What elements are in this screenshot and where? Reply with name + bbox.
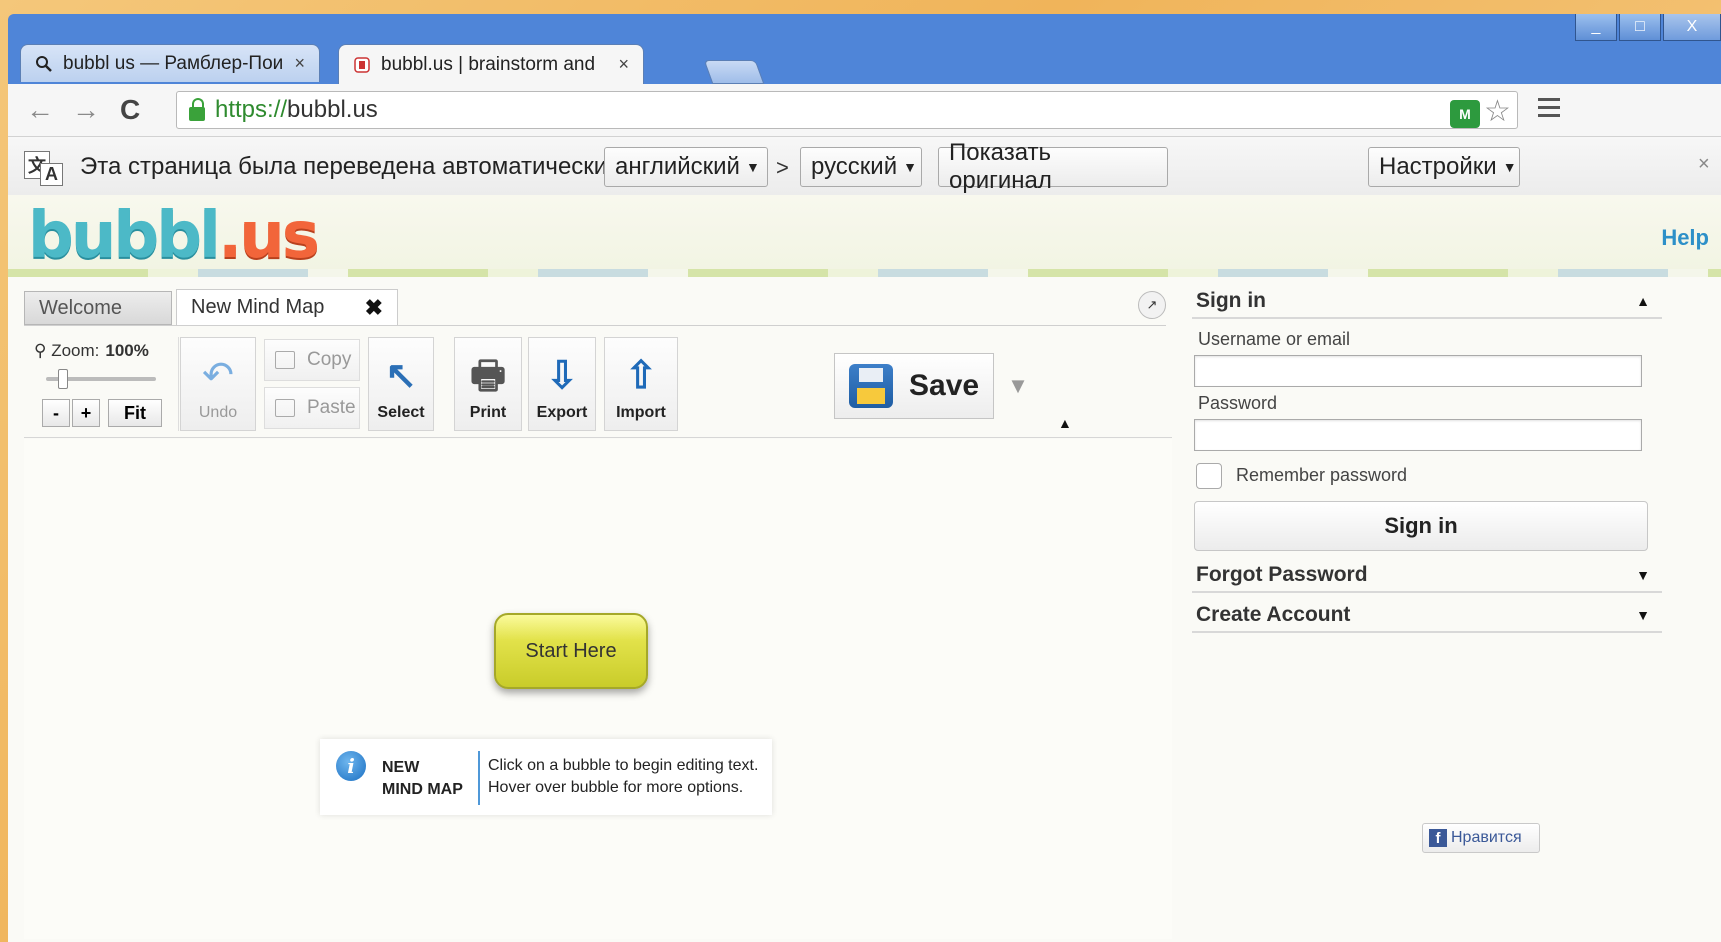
export-button[interactable]: ⇩ Export: [528, 337, 596, 431]
caret-down-icon: ▼: [903, 159, 917, 175]
chevron-up-icon: ▲: [1636, 293, 1650, 309]
zoom-in-button[interactable]: +: [72, 399, 100, 427]
tab-new-mind-map[interactable]: New Mind Map ✖: [176, 289, 398, 325]
paste-button[interactable]: Paste: [264, 387, 360, 429]
print-button[interactable]: 🖶 Print: [454, 337, 522, 431]
tab-strip: bubbl us — Рамблер-Пои × bubbl.us | brai…: [20, 44, 1721, 84]
copy-button[interactable]: Copy: [264, 339, 360, 381]
tab-close-icon[interactable]: ×: [618, 54, 629, 75]
forward-arrow-icon[interactable]: →: [72, 94, 100, 126]
info-icon: i: [336, 751, 366, 781]
target-language-select[interactable]: русский ▼: [800, 147, 922, 187]
copy-icon: [275, 351, 295, 369]
start-bubble[interactable]: Start Here: [494, 613, 648, 689]
tab-close-icon[interactable]: ×: [294, 53, 305, 74]
page-content: bubbl.us Help Welcome New Mind Map ✖ ↗ ⚲ …: [8, 195, 1721, 942]
info-box: i NEW MIND MAP Click on a bubble to begin…: [320, 739, 772, 815]
username-field[interactable]: [1194, 355, 1642, 387]
zoom-controls: ⚲ Zoom: 100% - + Fit: [28, 337, 179, 431]
zoom-slider-handle[interactable]: [58, 369, 68, 389]
tab-rambler[interactable]: bubbl us — Рамблер-Пои ×: [20, 44, 320, 82]
tab-welcome[interactable]: Welcome: [24, 291, 172, 325]
bookmark-star-icon[interactable]: ☆: [1484, 94, 1511, 129]
menu-icon[interactable]: [1538, 98, 1560, 122]
info-text: Click on a bubble to begin editing text.…: [488, 757, 759, 796]
chevron-down-icon: ▼: [1007, 373, 1029, 398]
collapse-toolbar-icon[interactable]: ↗: [1138, 291, 1166, 319]
facebook-like-button[interactable]: f Нравится: [1422, 823, 1540, 853]
header-stripe: [8, 269, 1721, 277]
remember-checkbox[interactable]: [1196, 463, 1222, 489]
source-language-select[interactable]: английский ▼: [604, 147, 768, 187]
window-controls: _ □ X: [1573, 14, 1721, 46]
caret-down-icon: ▼: [745, 159, 760, 175]
info-title: NEW MIND MAP: [382, 759, 463, 798]
back-arrow-icon[interactable]: ←: [26, 94, 54, 126]
remember-label: Remember password: [1236, 465, 1408, 485]
reload-icon[interactable]: C: [120, 94, 140, 126]
caret-down-icon: ▼: [1502, 159, 1517, 175]
zoom-label: ⚲ Zoom: 100%: [34, 341, 149, 360]
search-icon: [35, 55, 53, 73]
password-field[interactable]: [1194, 419, 1642, 451]
translate-settings-button[interactable]: Настройки ▼: [1368, 147, 1520, 187]
editor-toolbar: ⚲ Zoom: 100% - + Fit ↶ Undo Copy Paste ↖…: [24, 333, 1172, 438]
select-button[interactable]: ↖ Select: [368, 337, 434, 431]
signin-button[interactable]: Sign in: [1194, 501, 1648, 551]
bubbl-favicon-icon: [353, 56, 371, 74]
import-button[interactable]: ⇧ Import: [604, 337, 678, 431]
maximize-button[interactable]: □: [1619, 14, 1661, 41]
mind-map-editor: Welcome New Mind Map ✖ ↗ ⚲ Zoom: 100% - + …: [8, 277, 1180, 942]
extension-shield-icon[interactable]: M: [1450, 100, 1480, 128]
cursor-arrow-icon: ↖: [385, 355, 417, 397]
import-icon: ⇧: [625, 355, 657, 397]
export-icon: ⇩: [546, 355, 578, 397]
close-tab-icon[interactable]: ✖: [365, 295, 383, 321]
undo-icon: ↶: [202, 355, 234, 397]
site-header: bubbl.us Help: [8, 195, 1721, 277]
language-separator: >: [776, 155, 789, 180]
close-window-button[interactable]: X: [1663, 14, 1721, 41]
show-original-button[interactable]: Показать оригинал: [938, 139, 1168, 194]
lock-icon: [189, 98, 205, 121]
browser-toolbar: ← → C https://bubbl.us M ☆: [8, 84, 1721, 137]
zoom-fit-button[interactable]: Fit: [108, 399, 162, 427]
signin-header[interactable]: Sign in ▲: [1192, 285, 1662, 319]
minimize-button[interactable]: _: [1575, 14, 1617, 41]
zoom-out-button[interactable]: -: [42, 399, 70, 427]
browser-window: _ □ X bubbl us — Рамблер-Пои × bubbl.us …: [8, 14, 1721, 942]
mind-map-canvas[interactable]: Start Here i NEW MIND MAP Click on a bubb…: [24, 439, 1172, 939]
bubbl-logo[interactable]: bubbl.us: [28, 199, 320, 273]
translate-icon: 文A: [24, 151, 64, 186]
printer-icon: 🖶: [470, 355, 506, 397]
facebook-icon: f: [1429, 829, 1447, 847]
tab-title: bubbl.us | brainstorm and: [381, 53, 596, 75]
undo-button[interactable]: ↶ Undo: [180, 337, 256, 431]
translate-bar: 文A Эта страница была переведена автомати…: [8, 137, 1721, 196]
divider: [478, 751, 480, 805]
tab-title: bubbl us — Рамблер-Пои: [63, 52, 284, 74]
save-button[interactable]: Save: [834, 353, 994, 419]
create-account-header[interactable]: Create Account ▼: [1192, 599, 1662, 633]
url-text: https://bubbl.us: [215, 96, 378, 123]
chevron-down-icon: ▼: [1636, 567, 1650, 583]
password-label: Password: [1198, 393, 1278, 413]
tab-bubbl[interactable]: bubbl.us | brainstorm and ×: [338, 44, 644, 84]
paste-icon: [275, 399, 295, 417]
save-options-dropdown[interactable]: ▼: [996, 353, 1040, 419]
username-label: Username or email: [1198, 329, 1351, 349]
magnifier-icon: ⚲: [34, 341, 47, 360]
help-link[interactable]: Help: [1661, 225, 1709, 251]
translate-message: Эта страница была переведена автоматичес…: [80, 153, 608, 180]
translate-close-icon[interactable]: ×: [1698, 153, 1710, 176]
new-tab-button[interactable]: [703, 60, 765, 84]
collapse-up-icon[interactable]: ▲: [1058, 415, 1072, 431]
address-bar[interactable]: https://bubbl.us: [176, 91, 1518, 129]
chevron-down-icon: ▼: [1636, 607, 1650, 623]
forgot-password-header[interactable]: Forgot Password ▼: [1192, 559, 1662, 593]
document-tabs: Welcome New Mind Map ✖ ↗: [24, 289, 1166, 326]
floppy-disk-icon: [849, 364, 893, 408]
